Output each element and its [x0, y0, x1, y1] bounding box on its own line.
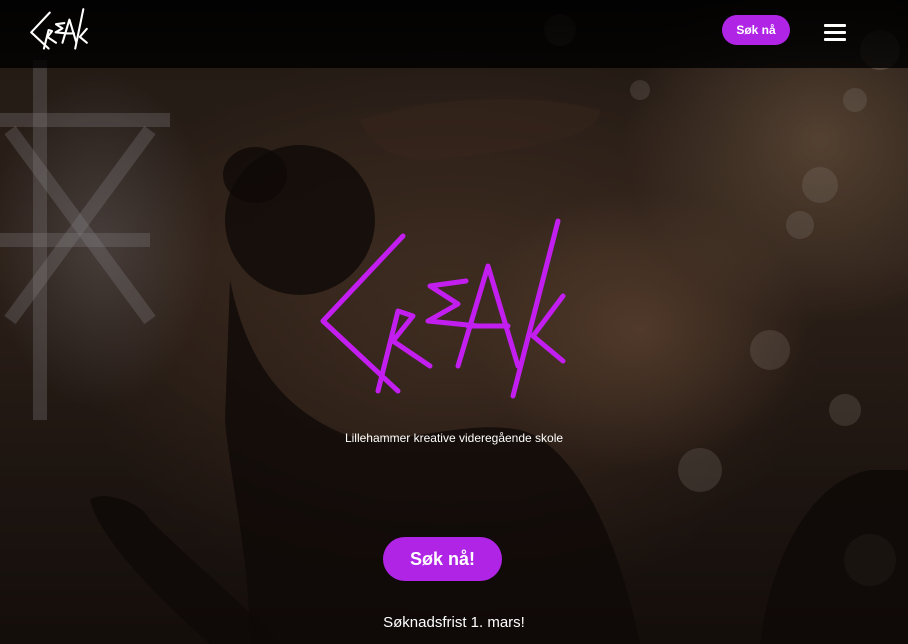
apply-button-hero[interactable]: Søk nå! [383, 537, 502, 581]
school-tagline: Lillehammer kreative videregående skole [344, 431, 564, 445]
site-header: Søk nå [0, 0, 908, 68]
create-logo-hero [320, 218, 566, 399]
apply-button-header[interactable]: Søk nå [722, 15, 790, 45]
hamburger-menu-icon[interactable] [822, 22, 848, 42]
create-logo-small[interactable] [30, 8, 88, 52]
application-deadline: Søknadsfrist 1. mars! [383, 614, 525, 631]
